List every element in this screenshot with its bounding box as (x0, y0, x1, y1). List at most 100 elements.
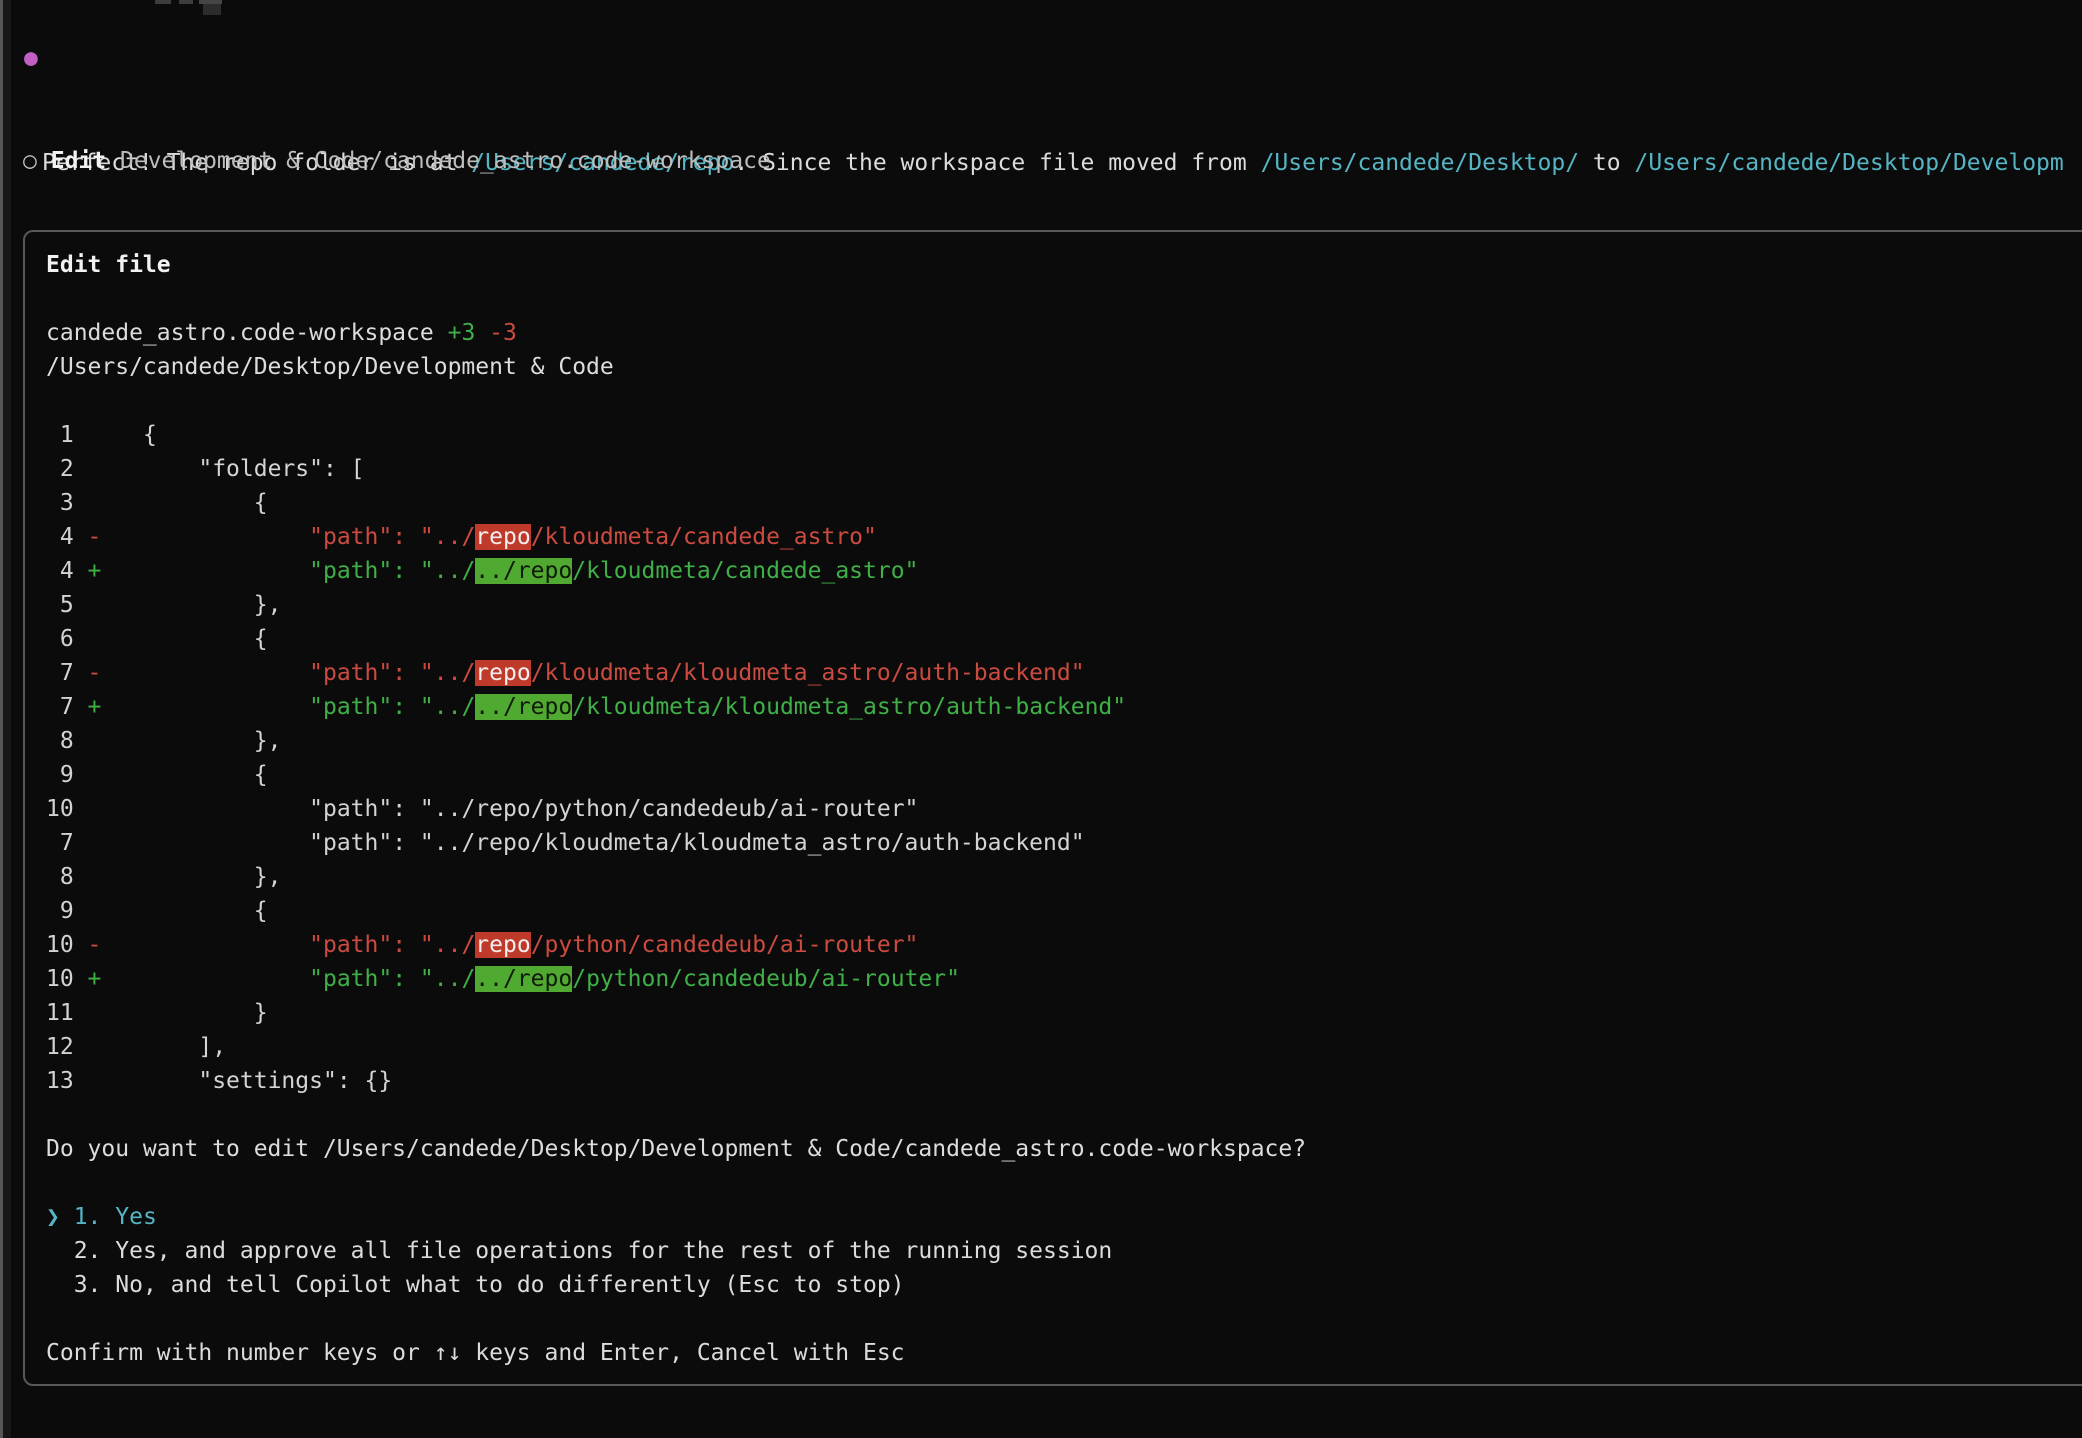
message-text: . Since the workspace file moved from (734, 150, 1260, 176)
diff-marker (74, 796, 143, 822)
file-meta-row: candede_astro.code-workspace +3 -3 (46, 316, 2082, 350)
keyboard-hint: Confirm with number keys or ↑↓ keys and … (46, 1336, 2082, 1370)
diff-text-segment: } (143, 1000, 268, 1026)
diff-row: 3 { (46, 486, 2082, 520)
line-number: 10 (46, 796, 74, 822)
diff-text-segment: "path": "../ (143, 558, 475, 584)
diff-row: 6 { (46, 622, 2082, 656)
diff-marker: - (74, 660, 143, 686)
dialog-title: Edit file (46, 248, 2082, 282)
line-number: 11 (46, 1000, 74, 1026)
tool-verb: Edit (51, 148, 106, 174)
diff-row: 1 { (46, 418, 2082, 452)
diff-text-segment: /python/candedeub/ai-router" (531, 932, 919, 958)
diff-text-segment: "path": "../repo/kloudmeta/kloudmeta_ast… (143, 830, 1085, 856)
line-number: 5 (46, 592, 74, 618)
diff-marker (74, 1034, 143, 1060)
diff-row: 7 - "path": "../repo/kloudmeta/kloudmeta… (46, 656, 2082, 690)
line-number: 9 (46, 762, 74, 788)
diff-row: 4 + "path": "../../repo/kloudmeta/canded… (46, 554, 2082, 588)
option-3[interactable]: 3. No, and tell Copilot what to do diffe… (46, 1268, 2082, 1302)
additions-count: +3 (448, 320, 476, 346)
diff-text-segment: "path": "../repo/python/candedeub/ai-rou… (143, 796, 918, 822)
spacer (46, 384, 2082, 418)
diff-text-segment: /kloudmeta/kloudmeta_astro/auth-backend" (531, 660, 1085, 686)
line-number: 7 (46, 660, 74, 686)
line-number: 2 (46, 456, 74, 482)
tool-target: Development & Code/candede_astro.code-wo… (120, 148, 771, 174)
diff-marker: - (74, 932, 143, 958)
line-number: 9 (46, 898, 74, 924)
confirm-question: Do you want to edit /Users/candede/Deskt… (46, 1132, 2082, 1166)
line-number: 12 (46, 1034, 74, 1060)
diff-marker (74, 864, 143, 890)
diff-marker (74, 830, 143, 856)
edit-file-dialog: Edit file candede_astro.code-workspace +… (23, 230, 2082, 1386)
diff-row: 13 "settings": {} (46, 1064, 2082, 1098)
file-path-text: /Users/candede/Desktop/ (1261, 150, 1580, 176)
diff-highlight-segment: repo (475, 524, 530, 550)
option-label: 3. No, and tell Copilot what to do diffe… (74, 1272, 905, 1298)
diff-text-segment: "settings": {} (143, 1068, 392, 1094)
line-number: 8 (46, 864, 74, 890)
line-number: 4 (46, 524, 74, 550)
line-number: 10 (46, 966, 74, 992)
line-number: 13 (46, 1068, 74, 1094)
spacer (46, 282, 2082, 316)
diff-highlight-segment: ../repo (475, 966, 572, 992)
diff-text-segment: { (143, 762, 268, 788)
diff-text-segment: }, (143, 864, 281, 890)
diff-marker (74, 1068, 143, 1094)
line-number: 3 (46, 490, 74, 516)
diff-text-segment: "path": "../ (143, 524, 475, 550)
spacer (46, 1098, 2082, 1132)
diff-row: 7 + "path": "../../repo/kloudmeta/kloudm… (46, 690, 2082, 724)
diff-marker: - (74, 524, 143, 550)
diff-row: 4 - "path": "../repo/kloudmeta/candede_a… (46, 520, 2082, 554)
option-1[interactable]: ❯ 1. Yes (46, 1200, 2082, 1234)
clipped-text-artifact (155, 0, 235, 16)
diff-marker (74, 728, 143, 754)
diff-row: 7 "path": "../repo/kloudmeta/kloudmeta_a… (46, 826, 2082, 860)
spacer (46, 1166, 2082, 1200)
diff-text-segment: "path": "../ (143, 932, 475, 958)
diff-text-segment: { (143, 898, 268, 924)
diff-marker: + (74, 966, 143, 992)
option-2[interactable]: 2. Yes, and approve all file operations … (46, 1234, 2082, 1268)
diff-highlight-segment: ../repo (475, 694, 572, 720)
diff-text-segment: "path": "../ (143, 660, 475, 686)
diff-marker: + (74, 694, 143, 720)
diff-text-segment: /kloudmeta/candede_astro" (531, 524, 877, 550)
diff-highlight-segment: repo (475, 932, 530, 958)
diff-text-segment: "path": "../ (143, 694, 475, 720)
diff-marker: + (74, 558, 143, 584)
diff-text-segment: /kloudmeta/kloudmeta_astro/auth-backend" (572, 694, 1126, 720)
diff-marker (74, 762, 143, 788)
diff-text-segment: }, (143, 728, 281, 754)
diff-row: 8 }, (46, 724, 2082, 758)
diff-text-segment: }, (143, 592, 281, 618)
option-label: 1. Yes (74, 1204, 157, 1230)
diff-row: 10 + "path": "../../repo/python/candedeu… (46, 962, 2082, 996)
file-name: candede_astro.code-workspace (46, 320, 434, 346)
terminal-screen: ● Perfect! The repo folder is at /Users/… (0, 0, 2082, 1438)
diff-row: 12 ], (46, 1030, 2082, 1064)
diff-text-segment: /python/candedeub/ai-router" (572, 966, 960, 992)
diff-row: 11 } (46, 996, 2082, 1030)
line-number: 10 (46, 932, 74, 958)
diff-row: 9 { (46, 894, 2082, 928)
diff-highlight-segment: ../repo (475, 558, 572, 584)
diff-marker (74, 490, 143, 516)
diff-row: 2 "folders": [ (46, 452, 2082, 486)
diff-highlight-segment: repo (475, 660, 530, 686)
tool-status-icon: ○ (23, 148, 37, 174)
diff-marker (74, 456, 143, 482)
assistant-bullet-icon: ● (24, 41, 38, 76)
file-path-text: /Users/candede/Desktop/Developm (1634, 150, 2063, 176)
window-edge-shadow (3, 0, 11, 1438)
line-number: 7 (46, 694, 74, 720)
options-list: ❯ 1. Yes 2. Yes, and approve all file op… (46, 1200, 2082, 1302)
diff-row: 10 - "path": "../repo/python/candedeub/a… (46, 928, 2082, 962)
diff-view: 1 { 2 "folders": [ 3 { 4 - "path": "../r… (46, 418, 2082, 1098)
diff-marker (74, 898, 143, 924)
